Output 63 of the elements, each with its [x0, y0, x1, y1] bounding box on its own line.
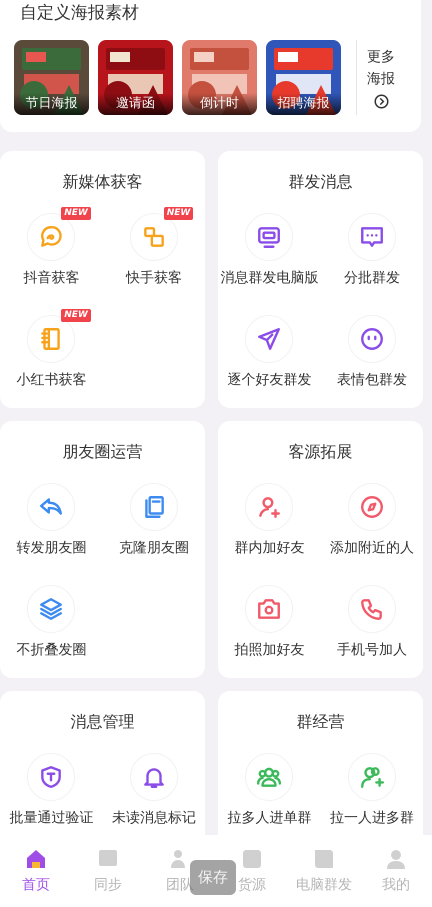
feature-button[interactable] [348, 315, 396, 363]
new-badge: NEW [61, 207, 91, 220]
feature-button[interactable] [245, 585, 294, 633]
section-title: 群经营 [296, 711, 346, 733]
layers-icon [38, 596, 64, 622]
more-posters-link[interactable]: 更多海报 [367, 46, 395, 90]
feature-label[interactable]: 批量通过验证 [9, 809, 94, 827]
feature-label[interactable]: 克隆朋友圈 [118, 539, 189, 557]
smiley-icon [358, 326, 385, 352]
feature-label[interactable]: 消息群发电脑版 [220, 269, 318, 287]
poster-label[interactable]: 邀请函 [98, 93, 173, 115]
section-title: 新媒体获客 [62, 171, 144, 193]
section-title: 自定义海报素材 [20, 2, 140, 24]
add-group-icon [358, 764, 385, 790]
feature-label[interactable]: 逐个好友群发 [227, 371, 312, 389]
feature-label[interactable]: 快手获客 [126, 269, 182, 287]
feature-label[interactable]: 添加附近的人 [330, 539, 414, 557]
compass-icon [358, 494, 385, 520]
feature-button[interactable] [245, 483, 294, 531]
feature-label[interactable]: 拉一人进多群 [330, 809, 414, 827]
feature-label[interactable]: 抖音获客 [23, 269, 80, 287]
phone-icon [358, 596, 385, 622]
send-icon [256, 326, 282, 352]
feature-button[interactable] [245, 315, 294, 363]
feature-button[interactable] [27, 585, 76, 633]
feature-label[interactable]: 群内加好友 [234, 539, 304, 557]
feature-button[interactable] [348, 585, 396, 633]
add-person-icon [256, 494, 282, 520]
chevron-circle-icon[interactable] [374, 94, 388, 109]
feature-label[interactable]: 不折叠发圈 [16, 641, 86, 659]
feature-button[interactable] [245, 213, 294, 261]
feature-label[interactable]: 手机号加人 [336, 641, 407, 659]
chat-bubble-icon [38, 224, 64, 250]
monitor-icon [256, 224, 282, 250]
feature-button[interactable] [348, 483, 396, 531]
feature-button[interactable] [27, 753, 76, 801]
feature-button[interactable] [130, 483, 178, 531]
feature-label[interactable]: 小红书获客 [16, 371, 86, 389]
feature-label[interactable]: 拍照加好友 [234, 641, 304, 659]
new-badge: NEW [164, 207, 194, 220]
message-icon [358, 224, 385, 250]
feature-label[interactable]: 未读消息标记 [112, 809, 196, 827]
feature-button[interactable] [348, 753, 396, 801]
feature-label[interactable]: 分批群发 [344, 269, 400, 287]
feature-button[interactable] [27, 483, 76, 531]
feature-button[interactable] [245, 753, 294, 801]
tab[interactable]: 首页 [22, 847, 50, 895]
section-title: 朋友圈运营 [62, 441, 144, 463]
feature-button[interactable] [348, 213, 396, 261]
section-title: 消息管理 [70, 711, 136, 733]
feature-label[interactable]: 表情包群发 [336, 371, 407, 389]
poster-label[interactable]: 倒计时 [182, 93, 257, 115]
toast: 保存 [190, 860, 236, 895]
camera-icon [256, 596, 282, 622]
section-title: 客源拓展 [288, 441, 354, 463]
section-title: 群发消息 [288, 171, 354, 193]
new-badge: NEW [61, 309, 91, 322]
person-icon [384, 847, 408, 871]
feature-label[interactable]: 拉多人进单群 [227, 809, 312, 827]
poster-label[interactable]: 节日海报 [14, 93, 89, 115]
home-icon [24, 847, 48, 871]
feature-label[interactable]: 转发朋友圈 [16, 539, 86, 557]
feature-button[interactable] [130, 753, 178, 801]
